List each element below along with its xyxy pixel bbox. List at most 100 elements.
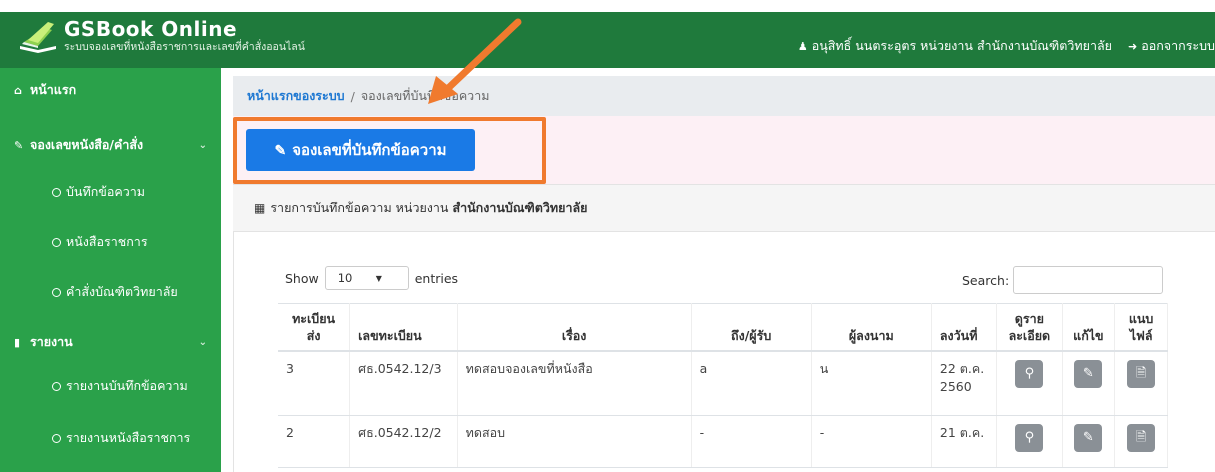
breadcrumb: หน้าแรกของระบบ / จองเลขที่บันทึกข้อความ	[233, 76, 1215, 116]
edit-button[interactable]: ✎	[1074, 360, 1103, 388]
cell-signer: -	[811, 415, 932, 468]
cell-attach: 🗎	[1114, 351, 1168, 416]
column-header-signer[interactable]: ผู้ลงนาม	[811, 303, 932, 352]
sidebar-item-label: คำสั่งบัณฑิตวิทยาลัย	[66, 284, 178, 299]
table-row: 2 ศธ.0542.12/2 ทดสอบ - - 21 ต.ค. ⚲ ✎ 🗎	[278, 415, 1168, 468]
breadcrumb-current: จองเลขที่บันทึกข้อความ	[360, 88, 490, 103]
circle-icon	[52, 187, 61, 197]
circle-icon	[52, 433, 61, 443]
column-header-reg[interactable]: ทะเบียน ส่ง	[278, 303, 351, 352]
column-header-subject[interactable]: เรื่อง	[457, 303, 692, 352]
sidebar-item-label: หน้าแรก	[30, 82, 77, 97]
attach-file-button[interactable]: 🗎	[1127, 360, 1156, 388]
breadcrumb-separator: /	[350, 88, 355, 104]
sidebar-item-label: จองเลขหนังสือ/คำสั่ง	[30, 137, 144, 152]
edit-icon: ✎	[14, 138, 24, 152]
sidebar-item-booking[interactable]: ✎ จองเลขหนังสือ/คำสั่ง ⌄	[0, 120, 221, 170]
brand[interactable]: GSBook Online ระบบจองเลขที่หนังสือราชการ…	[18, 18, 305, 62]
column-header-to[interactable]: ถึง/ผู้รับ	[691, 303, 812, 352]
search-input[interactable]	[1013, 266, 1164, 294]
logout-link[interactable]: ออกจากระบบ	[1141, 36, 1215, 56]
cell-detail: ⚲	[996, 415, 1063, 468]
table-icon: ▦	[254, 201, 266, 215]
cell-number: ศธ.0542.12/3	[349, 351, 458, 416]
edit-icon: ✎	[1082, 429, 1094, 445]
circle-icon	[52, 237, 61, 247]
file-icon: 🗎	[1135, 429, 1147, 445]
main-content: หน้าแรกของระบบ / จองเลขที่บันทึกข้อความ …	[221, 68, 1215, 472]
cell-reg: 2	[278, 415, 351, 468]
app-subtitle: ระบบจองเลขที่หนังสือราชการและเลขที่คำสั่…	[64, 41, 305, 53]
book-logo-icon	[18, 20, 58, 54]
user-area: ♟ อนุสิทธิ์ นนตระอุตร หน่วยงาน สำนักงานบ…	[798, 36, 1215, 56]
chevron-down-icon: ⌄	[198, 336, 207, 348]
view-detail-button[interactable]: ⚲	[1015, 360, 1044, 388]
user-icon: ♟	[797, 39, 808, 53]
cell-edit: ✎	[1062, 351, 1116, 416]
sidebar-item-home[interactable]: ⌂ หน้าแรก	[0, 68, 221, 112]
home-icon: ⌂	[14, 83, 22, 97]
table-header-row: ทะเบียน ส่ง เลขทะเบียน เรื่อง ถึง/ผู้รับ …	[278, 303, 1168, 352]
sidebar-item-memo[interactable]: บันทึกข้อความ	[0, 170, 221, 214]
sidebar-item-memo-report[interactable]: รายงานบันทึกข้อความ	[0, 364, 221, 408]
entries-length-control: Show 10 ▼ entries	[285, 266, 458, 290]
sidebar-item-label: รายงาน	[30, 334, 73, 349]
card-header: ▦ รายการบันทึกข้อความ หน่วยงาน สำนักงานบ…	[233, 184, 1215, 232]
file-icon: 🗎	[1135, 366, 1147, 381]
cell-date: 22 ต.ค. 2560	[931, 351, 998, 416]
cell-to: -	[691, 415, 812, 468]
card-heading-prefix: รายการบันทึกข้อความ หน่วยงาน	[270, 200, 449, 215]
sidebar-item-label: บันทึกข้อความ	[66, 184, 145, 199]
sidebar-item-letter-report[interactable]: รายงานหนังสือราชการ	[0, 416, 221, 460]
card-heading-unit: สำนักงานบัณฑิตวิทยาลัย	[452, 200, 588, 215]
cell-to: a	[691, 351, 812, 416]
circle-icon	[52, 287, 61, 297]
sidebar-item-official-letter[interactable]: หนังสือราชการ	[0, 220, 221, 264]
file-icon: ▮	[14, 335, 21, 349]
top-navbar: GSBook Online ระบบจองเลขที่หนังสือราชการ…	[0, 12, 1215, 68]
search-label: Search:	[962, 272, 1010, 288]
show-label: Show	[285, 270, 319, 286]
book-memo-number-button[interactable]: ✎ จองเลขที่บันทึกข้อความ	[246, 129, 475, 171]
cell-subject: ทดสอบจองเลขที่หนังสือ	[457, 351, 692, 416]
sidebar-item-label: รายงานบันทึกข้อความ	[66, 378, 188, 393]
cell-detail: ⚲	[996, 351, 1063, 416]
sidebar: ⌂ หน้าแรก ✎ จองเลขหนังสือ/คำสั่ง ⌄ บันทึ…	[0, 68, 221, 472]
breadcrumb-home-link[interactable]: หน้าแรกของระบบ	[247, 86, 345, 106]
user-name[interactable]: อนุสิทธิ์ นนตระอุตร หน่วยงาน สำนักงานบัณ…	[812, 36, 1112, 56]
search-icon: ⚲	[1024, 429, 1035, 445]
search-icon: ⚲	[1024, 366, 1035, 381]
column-header-date[interactable]: ลงวันที่	[931, 303, 998, 352]
edit-icon: ✎	[274, 141, 287, 158]
circle-icon	[52, 381, 61, 391]
edit-icon: ✎	[1082, 366, 1094, 381]
sidebar-item-label: รายงานหนังสือราชการ	[66, 430, 191, 445]
sidebar-item-reports[interactable]: ▮ รายงาน ⌄	[0, 318, 221, 366]
view-detail-button[interactable]: ⚲	[1015, 423, 1044, 452]
cell-edit: ✎	[1062, 415, 1116, 468]
sidebar-item-label: หนังสือราชการ	[66, 234, 148, 249]
card-body: Show 10 ▼ entries Search: ทะเบียน ส่ง เลข…	[233, 232, 1215, 472]
edit-button[interactable]: ✎	[1074, 423, 1103, 452]
button-label: จองเลขที่บันทึกข้อความ	[292, 142, 447, 159]
action-bar: ✎ จองเลขที่บันทึกข้อความ	[233, 116, 1215, 184]
cell-date: 21 ต.ค.	[931, 415, 998, 468]
cell-reg: 3	[278, 351, 351, 416]
column-header-attach[interactable]: แนบ ไฟล์	[1114, 303, 1168, 352]
column-header-edit[interactable]: แก้ไข	[1062, 303, 1116, 352]
sidebar-item-order[interactable]: คำสั่งบัณฑิตวิทยาลัย	[0, 270, 221, 314]
entries-label: entries	[414, 270, 459, 286]
search-control: Search:	[962, 266, 1164, 294]
entries-value: 10	[337, 271, 353, 285]
column-header-number[interactable]: เลขทะเบียน	[349, 303, 458, 352]
caret-down-icon: ▼	[375, 273, 382, 283]
column-header-detail[interactable]: ดูราย ละเอียด	[996, 303, 1063, 352]
cell-attach: 🗎	[1114, 415, 1168, 468]
chevron-down-icon: ⌄	[198, 139, 207, 151]
attach-file-button[interactable]: 🗎	[1127, 423, 1156, 452]
app-title: GSBook Online	[64, 17, 238, 41]
table-row: 3 ศธ.0542.12/3 ทดสอบจองเลขที่หนังสือ a น…	[278, 351, 1168, 416]
cell-number: ศธ.0542.12/2	[349, 415, 458, 468]
entries-select[interactable]: 10 ▼	[324, 266, 409, 290]
logout-icon: ➜	[1127, 39, 1138, 53]
